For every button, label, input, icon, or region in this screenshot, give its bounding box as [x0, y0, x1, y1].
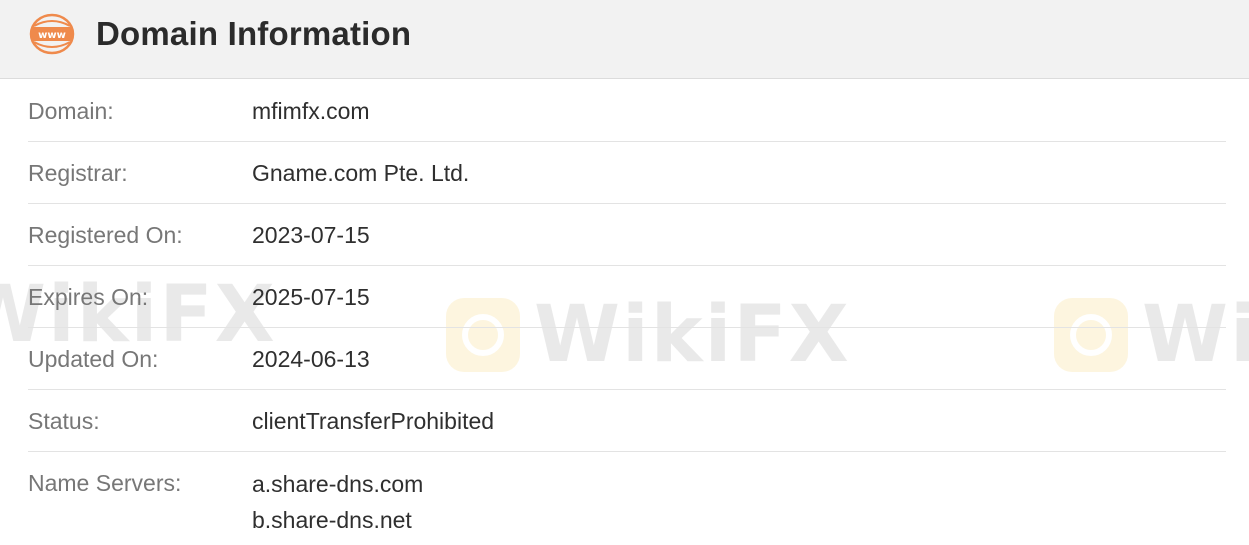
info-row-expires-on: Expires On: 2025-07-15 — [28, 266, 1226, 328]
info-row-registered-on: Registered On: 2023-07-15 — [28, 204, 1226, 266]
info-row-name-servers: Name Servers: a.share-dns.com b.share-dn… — [28, 452, 1226, 542]
section-header: www Domain Information — [0, 0, 1249, 79]
info-row-status: Status: clientTransferProhibited — [28, 390, 1226, 452]
domain-info-panel: WikiFX WikiFX WikiFX www Domain Informat… — [0, 0, 1249, 545]
domain-info-list: Domain: mfimfx.com Registrar: Gname.com … — [28, 80, 1226, 542]
name-server-item: a.share-dns.com — [252, 471, 424, 497]
row-label: Status: — [28, 408, 100, 434]
row-value: clientTransferProhibited — [252, 408, 495, 434]
row-label: Expires On: — [28, 284, 149, 310]
row-value: Gname.com Pte. Ltd. — [252, 160, 470, 186]
row-value: 2025-07-15 — [252, 284, 370, 310]
row-value: mfimfx.com — [252, 98, 370, 124]
row-value: 2023-07-15 — [252, 222, 370, 248]
name-server-item: b.share-dns.net — [252, 507, 412, 533]
row-label: Domain: — [28, 98, 114, 124]
info-row-updated-on: Updated On: 2024-06-13 — [28, 328, 1226, 390]
row-label: Registrar: — [28, 160, 128, 186]
row-value: 2024-06-13 — [252, 346, 370, 372]
row-value-list: a.share-dns.com b.share-dns.net — [252, 466, 423, 538]
row-label: Name Servers: — [28, 470, 182, 496]
info-row-registrar: Registrar: Gname.com Pte. Ltd. — [28, 142, 1226, 204]
row-label: Updated On: — [28, 346, 159, 372]
www-icon-label: www — [38, 30, 66, 41]
page-title: Domain Information — [96, 15, 412, 52]
info-row-domain: Domain: mfimfx.com — [28, 80, 1226, 142]
row-label: Registered On: — [28, 222, 183, 248]
www-globe-icon: www — [29, 13, 75, 55]
